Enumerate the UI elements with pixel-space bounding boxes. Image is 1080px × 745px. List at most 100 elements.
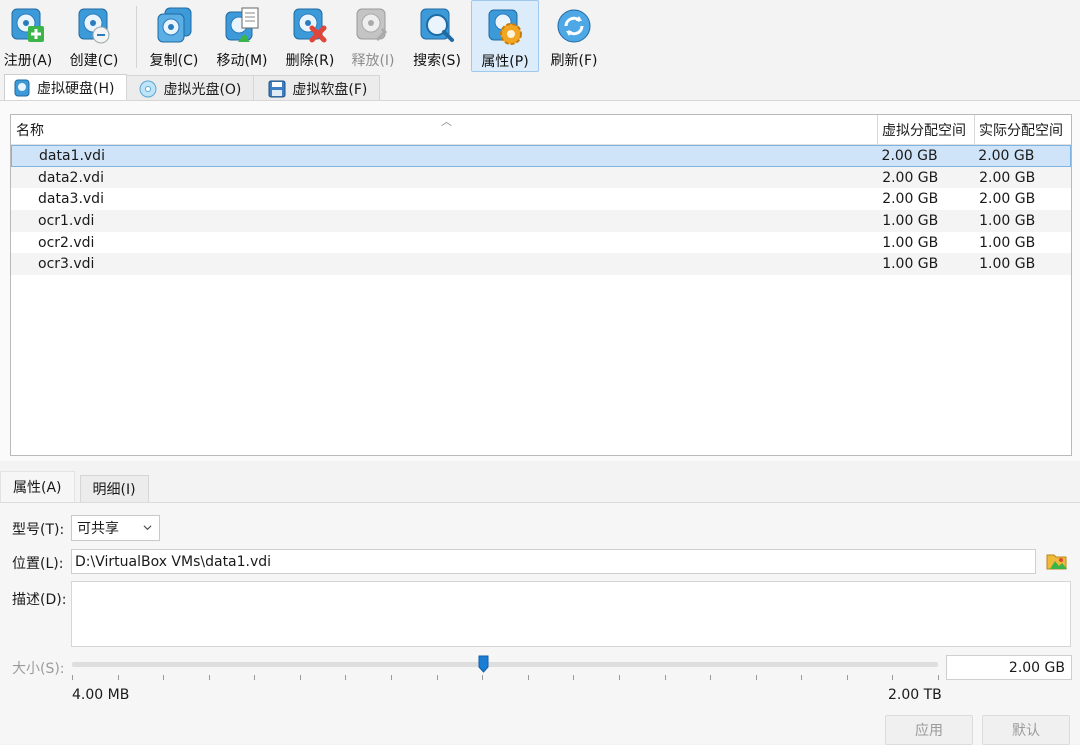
column-virtual-size-header[interactable]: 虚拟分配空间 — [878, 115, 975, 145]
create-button[interactable]: 创建(C) — [56, 0, 132, 72]
size-slider-ticks — [72, 675, 939, 681]
size-range-max: 2.00 TB — [888, 687, 942, 703]
delete-label: 删除(R) — [285, 53, 335, 69]
table-row[interactable]: ocr1.vdi 1.00 GB 1.00 GB — [11, 210, 1071, 232]
detail-tabs: 属性(A) 明细(I) — [0, 470, 1080, 502]
slider-tick — [254, 675, 256, 680]
size-field[interactable]: 2.00 GB — [946, 655, 1072, 680]
slider-tick — [710, 675, 712, 680]
toolbar-separator — [136, 6, 137, 68]
table-row[interactable]: data2.vdi 2.00 GB 2.00 GB — [11, 166, 1071, 189]
size-label: 大小(S): — [12, 661, 65, 677]
row-actual-size: 2.00 GB — [979, 191, 1036, 208]
row-virtual-size: 1.00 GB — [882, 234, 939, 251]
tab-hard-disks[interactable]: 虚拟硬盘(H) — [4, 74, 128, 101]
move-label: 移动(M) — [216, 53, 268, 69]
optical-disc-icon — [139, 80, 157, 97]
slider-tick — [801, 675, 803, 680]
location-value: D:\VirtualBox VMs\data1.vdi — [75, 553, 272, 570]
create-disk-icon — [78, 8, 110, 44]
media-tabs: 虚拟硬盘(H) 虚拟光盘(O) 虚拟软盘(F) — [0, 74, 1080, 101]
table-row[interactable]: ocr3.vdi 1.00 GB 1.00 GB — [11, 253, 1071, 276]
search-label: 搜索(S) — [413, 53, 461, 69]
row-name: ocr1.vdi — [38, 212, 95, 229]
create-label: 创建(C) — [69, 53, 119, 69]
slider-tick — [573, 675, 575, 680]
search-disk-icon — [420, 8, 454, 42]
row-actual-size: 2.00 GB — [978, 147, 1035, 164]
list-rows: data1.vdi 2.00 GB 2.00 GB data2.vdi 2.00… — [11, 145, 1071, 276]
media-list: ︿ 名称 虚拟分配空间 实际分配空间 data1.vdi 2.00 GB 2.0… — [10, 114, 1072, 456]
description-label: 描述(D): — [12, 592, 67, 608]
slider-tick — [664, 675, 666, 680]
row-virtual-size: 2.00 GB — [881, 147, 938, 164]
sort-ascending-icon: ︿ — [441, 115, 452, 128]
column-virtual-size-label: 虚拟分配空间 — [882, 123, 966, 139]
description-textarea[interactable] — [71, 581, 1071, 647]
release-button[interactable]: 释放(I) — [343, 0, 403, 72]
row-virtual-size: 1.00 GB — [882, 212, 939, 229]
properties-gear-icon — [488, 9, 522, 45]
reset-button[interactable]: 默认 — [982, 715, 1070, 745]
floppy-disk-icon — [268, 80, 286, 97]
tab-attributes[interactable]: 属性(A) — [0, 471, 75, 502]
column-actual-size-header[interactable]: 实际分配空间 — [975, 115, 1071, 145]
row-actual-size: 1.00 GB — [979, 256, 1036, 273]
details-pane: 属性(A) 明细(I) 型号(T): 可共享 位置(L): D:\Virtual… — [0, 470, 1080, 745]
properties-label: 属性(P) — [481, 54, 529, 70]
size-slider-track[interactable] — [72, 662, 938, 667]
slider-tick — [391, 675, 393, 680]
register-button[interactable]: 注册(A) — [0, 0, 56, 72]
release-label: 释放(I) — [351, 53, 395, 69]
refresh-label: 刷新(F) — [550, 53, 598, 69]
tab-floppy-disks-label: 虚拟软盘(F) — [292, 81, 368, 98]
slider-tick — [345, 675, 347, 680]
row-virtual-size: 2.00 GB — [882, 191, 939, 208]
row-virtual-size: 1.00 GB — [882, 256, 939, 273]
tab-optical-disks[interactable]: 虚拟光盘(O) — [126, 75, 255, 101]
copy-button[interactable]: 复制(C) — [141, 0, 207, 72]
tab-information[interactable]: 明细(I) — [79, 475, 149, 502]
slider-tick — [527, 675, 529, 680]
copy-disk-icon — [157, 7, 192, 43]
slider-tick — [755, 675, 757, 680]
slider-tick — [892, 675, 894, 680]
size-slider-thumb[interactable] — [478, 655, 489, 673]
tab-information-label: 明细(I) — [92, 482, 136, 498]
tab-hard-disks-label: 虚拟硬盘(H) — [37, 81, 115, 97]
column-name-header[interactable]: ︿ 名称 — [11, 115, 878, 145]
type-combobox[interactable]: 可共享 — [71, 515, 160, 541]
tab-floppy-disks[interactable]: 虚拟软盘(F) — [253, 75, 381, 101]
list-header: ︿ 名称 虚拟分配空间 实际分配空间 — [11, 115, 1071, 145]
slider-tick — [938, 675, 939, 680]
move-button[interactable]: 移动(M) — [207, 0, 277, 72]
type-value: 可共享 — [77, 521, 119, 537]
column-actual-size-label: 实际分配空间 — [979, 123, 1063, 139]
row-name: data3.vdi — [38, 191, 104, 208]
delete-disk-icon — [293, 8, 327, 43]
register-label: 注册(A) — [3, 53, 53, 69]
delete-button[interactable]: 删除(R) — [277, 0, 343, 72]
search-button[interactable]: 搜索(S) — [403, 0, 471, 72]
table-row[interactable]: ocr2.vdi 1.00 GB 1.00 GB — [11, 232, 1071, 254]
table-row[interactable]: data3.vdi 2.00 GB 2.00 GB — [11, 188, 1071, 210]
slider-tick — [163, 675, 165, 680]
refresh-button[interactable]: 刷新(F) — [539, 0, 609, 72]
location-field[interactable]: D:\VirtualBox VMs\data1.vdi — [71, 549, 1036, 574]
slider-tick — [72, 675, 73, 680]
slider-tick — [299, 675, 301, 680]
toolbar: 注册(A) 创建(C) 复制(C) 移动(M) 删除(R) 释放(I) 搜索(S… — [0, 0, 1080, 72]
slider-tick — [117, 675, 119, 680]
row-name: ocr3.vdi — [38, 256, 95, 273]
slider-tick — [846, 675, 848, 680]
attributes-panel: 型号(T): 可共享 位置(L): D:\VirtualBox VMs\data… — [0, 502, 1080, 745]
choose-location-folder-icon[interactable] — [1046, 551, 1068, 571]
row-actual-size: 2.00 GB — [979, 169, 1036, 186]
refresh-icon — [557, 9, 591, 43]
apply-button[interactable]: 应用 — [885, 715, 973, 745]
chevron-down-icon — [143, 525, 152, 531]
row-name: ocr2.vdi — [38, 234, 95, 251]
tab-optical-disks-label: 虚拟光盘(O) — [163, 81, 242, 98]
table-row[interactable]: data1.vdi 2.00 GB 2.00 GB — [11, 145, 1071, 167]
properties-button[interactable]: 属性(P) — [471, 0, 539, 72]
